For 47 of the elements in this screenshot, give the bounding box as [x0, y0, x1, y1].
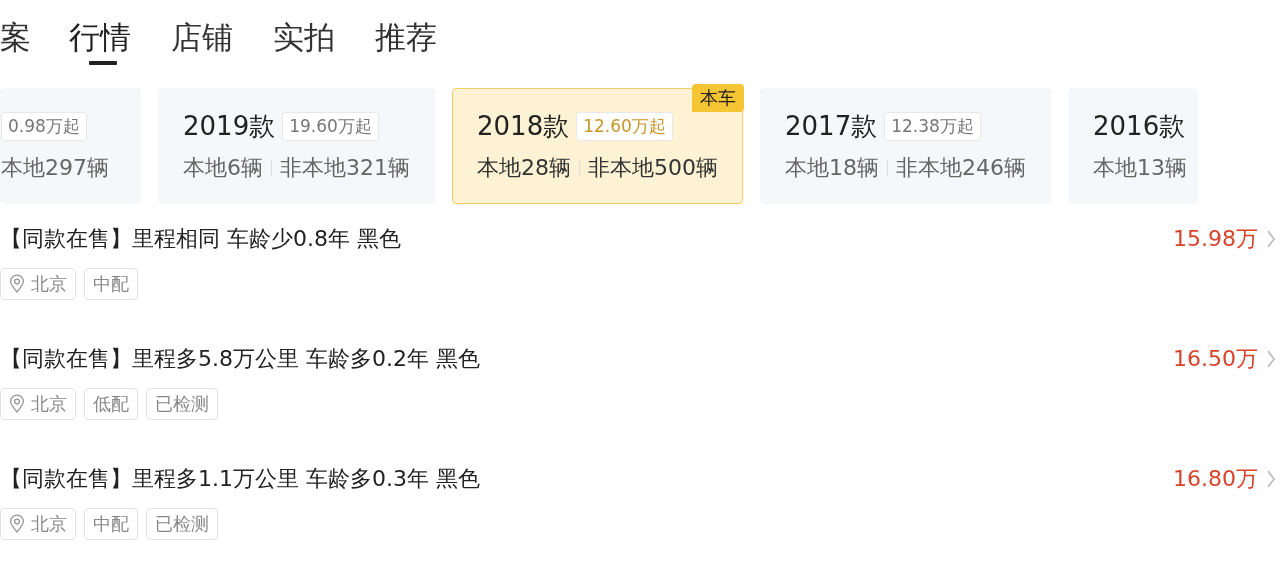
starting-price: 0.98万起 — [1, 111, 87, 141]
feature-tag: 低配 — [84, 388, 138, 420]
listing-price: 15.98万 — [1173, 225, 1258, 253]
listing-title[interactable]: 【同款在售】里程多5.8万公里 车龄多0.2年 黑色 — [0, 344, 1173, 374]
chevron-right-icon[interactable] — [1266, 229, 1276, 249]
model-year: 2017款 — [785, 109, 878, 143]
model-year-card[interactable]: 0.98万起 本地297辆 — [0, 88, 141, 204]
feature-tag: 已检测 — [146, 508, 218, 540]
model-year: 2018款 — [477, 109, 570, 143]
local-count: 本地6辆 — [183, 154, 263, 182]
model-year-card[interactable]: 2017款 12.38万起 本地18辆 非本地246辆 — [760, 88, 1051, 204]
tab[interactable]: 实拍 — [273, 16, 335, 58]
model-year-card[interactable]: 2016款 本地13辆 — [1068, 88, 1198, 204]
current-car-badge: 本车 — [692, 84, 744, 112]
tab[interactable]: 推荐 — [375, 16, 437, 58]
location-pin-icon — [9, 394, 25, 414]
starting-price: 12.60万起 — [576, 111, 673, 141]
listing-title[interactable]: 【同款在售】里程相同 车龄少0.8年 黑色 — [0, 224, 1173, 254]
tab-underline — [89, 61, 117, 65]
tab[interactable]: 行情 — [69, 16, 131, 58]
city-label: 北京 — [31, 272, 67, 296]
chevron-right-icon[interactable] — [1266, 469, 1276, 489]
tab[interactable]: 店铺 — [171, 16, 233, 58]
chevron-right-icon[interactable] — [1266, 349, 1276, 369]
listing-price: 16.50万 — [1173, 345, 1258, 373]
city-label: 北京 — [31, 392, 67, 416]
feature-tag: 中配 — [84, 268, 138, 300]
model-year: 2019款 — [183, 109, 276, 143]
local-count: 本地28辆 — [477, 154, 571, 182]
model-year-card[interactable]: 2019款 19.60万起 本地6辆 非本地321辆 — [158, 88, 435, 204]
nonlocal-count: 非本地500辆 — [588, 154, 718, 182]
model-year: 2016款 — [1093, 109, 1186, 143]
nonlocal-count: 非本地246辆 — [896, 154, 1026, 182]
feature-tag: 中配 — [84, 508, 138, 540]
starting-price: 12.38万起 — [884, 111, 981, 141]
location-pin-icon — [9, 514, 25, 534]
tab[interactable]: 案 — [0, 16, 31, 58]
feature-tag: 已检测 — [146, 388, 218, 420]
location-pin-icon — [9, 274, 25, 294]
local-count: 本地297辆 — [1, 154, 109, 182]
starting-price: 19.60万起 — [282, 111, 379, 141]
local-count: 本地13辆 — [1093, 154, 1187, 182]
local-count: 本地18辆 — [785, 154, 879, 182]
nonlocal-count: 非本地321辆 — [280, 154, 410, 182]
city-label: 北京 — [31, 512, 67, 536]
listing-title[interactable]: 【同款在售】里程多1.1万公里 车龄多0.3年 黑色 — [0, 464, 1173, 494]
listing-price: 16.80万 — [1173, 465, 1258, 493]
